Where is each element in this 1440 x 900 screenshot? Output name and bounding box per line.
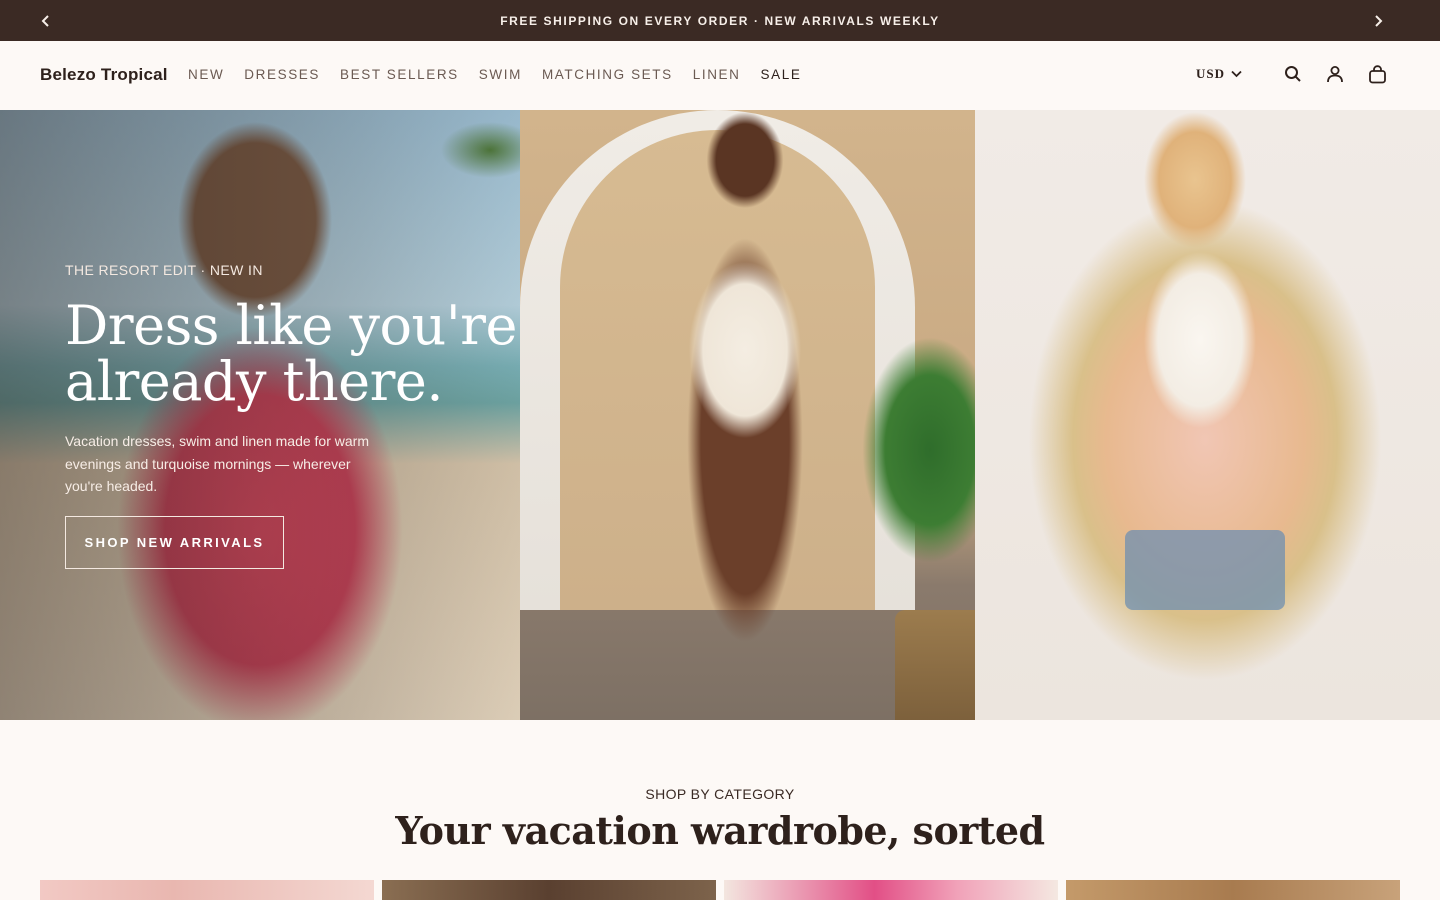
hero-title-line-1: Dress like you're bbox=[65, 294, 517, 357]
hero-image-swimsuit-model bbox=[520, 110, 975, 720]
search-icon[interactable] bbox=[1282, 63, 1304, 85]
hero-eyebrow: THE RESORT EDIT · NEW IN bbox=[65, 262, 263, 278]
currency-label: USD bbox=[1195, 66, 1225, 81]
hero-title: Dress like you're already there. bbox=[65, 298, 525, 410]
nav-item-sale[interactable]: SALE bbox=[761, 67, 802, 82]
site-header: Belezo Tropical NEW DRESSES BEST SELLERS… bbox=[0, 41, 1440, 110]
header-actions: USD bbox=[1196, 63, 1388, 85]
hero-copy: THE RESORT EDIT · NEW IN Dress like you'… bbox=[65, 262, 525, 569]
category-title: Your vacation wardrobe, sorted bbox=[395, 808, 1045, 853]
cart-icon[interactable] bbox=[1366, 63, 1388, 85]
hero-title-line-2: already there. bbox=[65, 350, 444, 413]
category-card[interactable] bbox=[40, 880, 374, 900]
chevron-down-icon bbox=[1231, 70, 1242, 78]
category-eyebrow: SHOP BY CATEGORY bbox=[645, 786, 795, 802]
category-card[interactable] bbox=[382, 880, 716, 900]
chevron-right-icon[interactable] bbox=[1368, 11, 1388, 31]
chevron-left-icon[interactable] bbox=[36, 11, 56, 31]
nav-item-matching-sets[interactable]: MATCHING SETS bbox=[542, 67, 673, 82]
hero-banner: THE RESORT EDIT · NEW IN Dress like you'… bbox=[0, 110, 1440, 720]
currency-selector[interactable]: USD bbox=[1196, 66, 1242, 82]
main-nav: NEW DRESSES BEST SELLERS SWIM MATCHING S… bbox=[188, 67, 821, 82]
nav-item-swim[interactable]: SWIM bbox=[479, 67, 522, 82]
category-card[interactable] bbox=[724, 880, 1058, 900]
account-icon[interactable] bbox=[1324, 63, 1346, 85]
nav-item-dresses[interactable]: DRESSES bbox=[244, 67, 320, 82]
store-logo[interactable]: Belezo Tropical bbox=[40, 65, 168, 85]
category-cards bbox=[40, 880, 1400, 900]
announcement-bar: FREE SHIPPING ON EVERY ORDER · NEW ARRIV… bbox=[0, 0, 1440, 41]
shop-new-arrivals-button[interactable]: SHOP NEW ARRIVALS bbox=[65, 516, 284, 569]
nav-item-best-sellers[interactable]: BEST SELLERS bbox=[340, 67, 459, 82]
nav-item-linen[interactable]: LINEN bbox=[693, 67, 741, 82]
category-card[interactable] bbox=[1066, 880, 1400, 900]
hero-subtitle: Vacation dresses, swim and linen made fo… bbox=[65, 433, 369, 494]
nav-item-new[interactable]: NEW bbox=[188, 67, 224, 82]
announcement-text: FREE SHIPPING ON EVERY ORDER · NEW ARRIV… bbox=[500, 13, 940, 28]
hero-image-kimono-model bbox=[975, 110, 1440, 720]
